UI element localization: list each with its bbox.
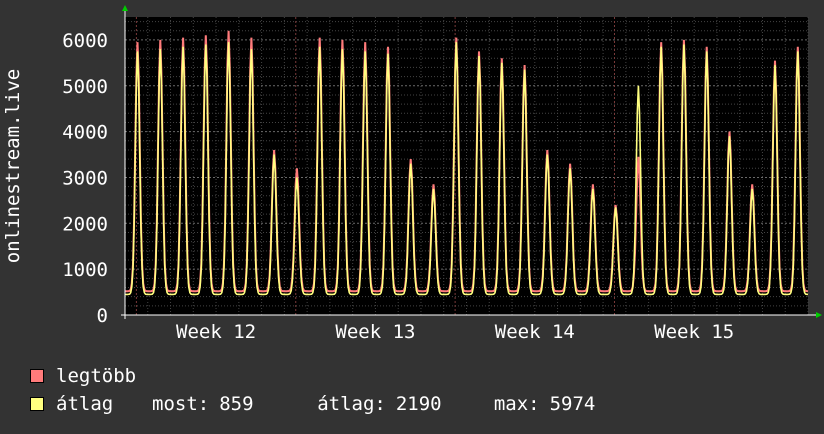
y-axis-label: onlinestream.live <box>2 69 24 263</box>
stat-max-label: max: <box>493 393 540 415</box>
x-axis-arrow <box>816 312 822 318</box>
legend: legtöbb átlag most: 859 átlag: 2190 max:… <box>30 362 595 418</box>
y-tick-label: 2000 <box>62 213 108 235</box>
y-tick-label: 4000 <box>62 122 108 144</box>
stat-now-label: most: <box>152 393 210 415</box>
legend-label-max: legtöbb <box>56 365 137 387</box>
x-tick-label: Week 12 <box>176 321 256 343</box>
x-tick-label: Week 15 <box>654 321 734 343</box>
x-tick-label: Week 13 <box>335 321 415 343</box>
y-tick-label: 1000 <box>62 259 108 281</box>
legend-swatch-avg <box>30 397 44 411</box>
stat-avg-value: 2190 <box>395 393 442 415</box>
legend-row-max: legtöbb <box>30 362 595 390</box>
y-tick-label: 3000 <box>62 167 108 189</box>
stat-max-value: 5974 <box>549 393 596 415</box>
x-tick-label: Week 14 <box>495 321 575 343</box>
stat-avg-label: átlag: <box>317 393 386 415</box>
legend-label-avg: átlag <box>56 393 114 415</box>
legend-swatch-max <box>30 369 44 383</box>
stat-now-value: 859 <box>219 393 254 415</box>
legend-row-avg: átlag most: 859 átlag: 2190 max: 5974 <box>30 390 595 418</box>
y-tick-label: 6000 <box>62 30 108 52</box>
y-axis-arrow <box>122 5 128 11</box>
y-tick-label: 5000 <box>62 76 108 98</box>
y-tick-label: 0 <box>97 305 108 327</box>
